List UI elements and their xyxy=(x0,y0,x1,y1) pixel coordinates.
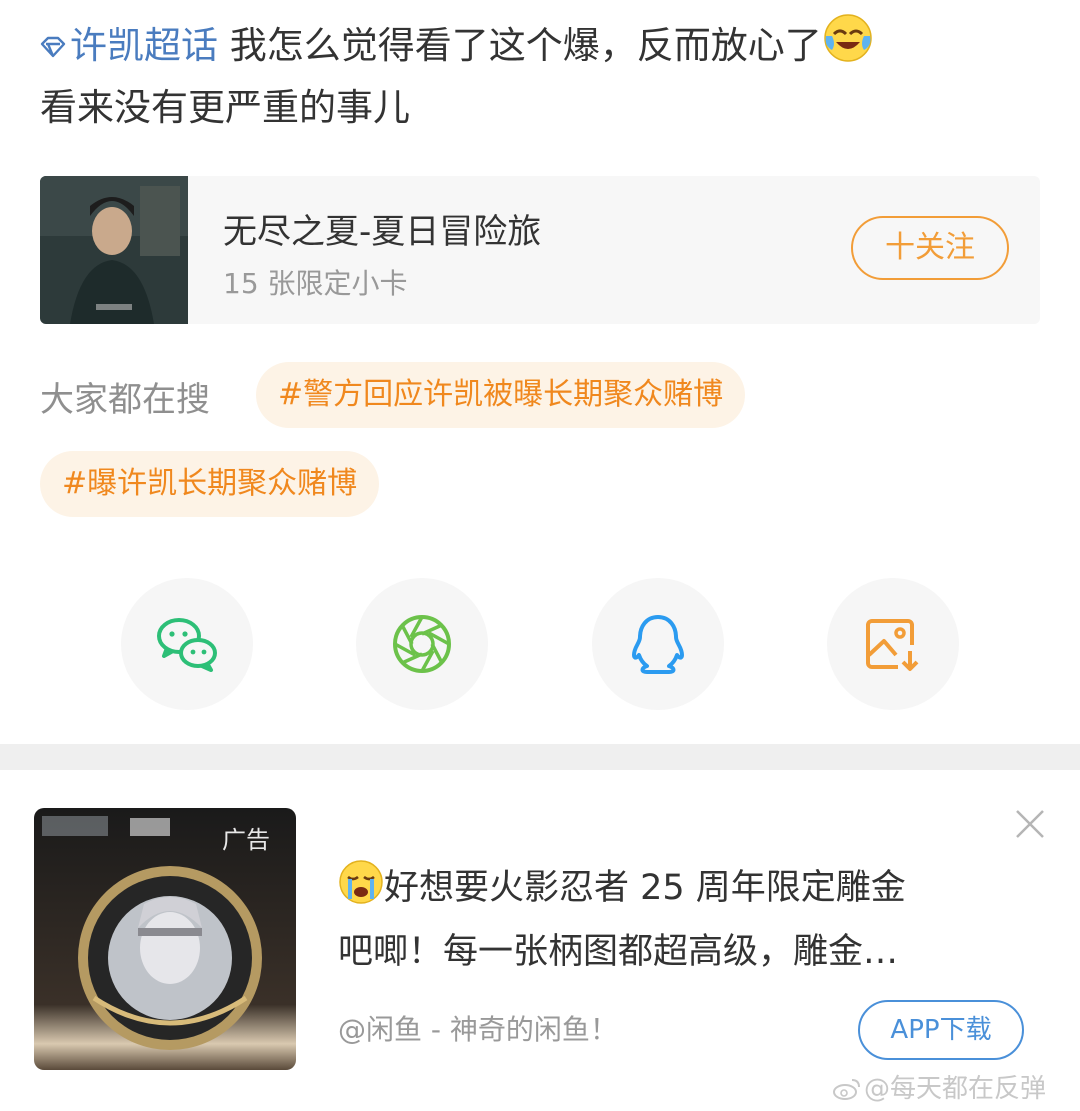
post-body: 许凯超话 我怎么觉得看了这个爆，反而放心了 看来没有更严重的事儿 xyxy=(40,12,1050,139)
post-text-line1: 我怎么觉得看了这个爆，反而放心了 xyxy=(229,24,822,67)
wechat-icon xyxy=(157,618,217,672)
close-icon[interactable] xyxy=(1014,808,1046,840)
ad-description: 好想要火影忍者 25 周年限定雕金 吧唧！每一张柄图都超高级，雕金… xyxy=(338,856,1018,984)
trending-tag[interactable]: #警方回应许凯被曝长期聚众赌博 xyxy=(256,362,746,428)
super-topic-diamond-icon xyxy=(40,36,66,58)
trending-search-label: 大家都在搜 xyxy=(40,380,210,420)
crying-emoji-icon xyxy=(338,859,384,905)
save-image-icon xyxy=(866,619,919,671)
moments-icon xyxy=(393,615,451,673)
ad-text-line1: 好想要火影忍者 25 周年限定雕金 xyxy=(384,868,906,908)
share-wechat-button[interactable] xyxy=(121,578,253,710)
topic-link-label: 许凯超话 xyxy=(70,24,218,67)
follow-button[interactable]: 十关注 xyxy=(851,216,1009,280)
product-title: 无尽之夏-夏日冒险旅 xyxy=(223,212,542,252)
weibo-logo-icon xyxy=(833,1079,860,1100)
save-image-button[interactable] xyxy=(827,578,959,710)
ad-badge: 广告 xyxy=(222,826,270,854)
qq-icon xyxy=(632,615,684,674)
product-card[interactable]: 无尽之夏-夏日冒险旅 15 张限定小卡 十关注 xyxy=(40,176,1040,324)
watermark: @每天都在反弹 xyxy=(832,1068,1046,1105)
share-qq-button[interactable] xyxy=(592,578,724,710)
laughing-crying-emoji-icon xyxy=(822,12,874,64)
product-subtitle: 15 张限定小卡 xyxy=(223,267,408,300)
section-divider xyxy=(0,744,1080,770)
ad-source: @闲鱼 - 神奇的闲鱼！ xyxy=(338,1013,618,1046)
ad-text-line2: 吧唧！每一张柄图都超高级，雕金… xyxy=(338,932,899,972)
topic-link[interactable]: 许凯超话 xyxy=(40,24,218,67)
app-download-button[interactable]: APP下载 xyxy=(858,1000,1024,1060)
trending-tag[interactable]: #曝许凯长期聚众赌博 xyxy=(40,451,380,517)
post-text-line2: 看来没有更严重的事儿 xyxy=(40,86,410,129)
share-moments-button[interactable] xyxy=(356,578,488,710)
watermark-text: @每天都在反弹 xyxy=(864,1074,1047,1104)
product-thumbnail xyxy=(40,176,188,324)
